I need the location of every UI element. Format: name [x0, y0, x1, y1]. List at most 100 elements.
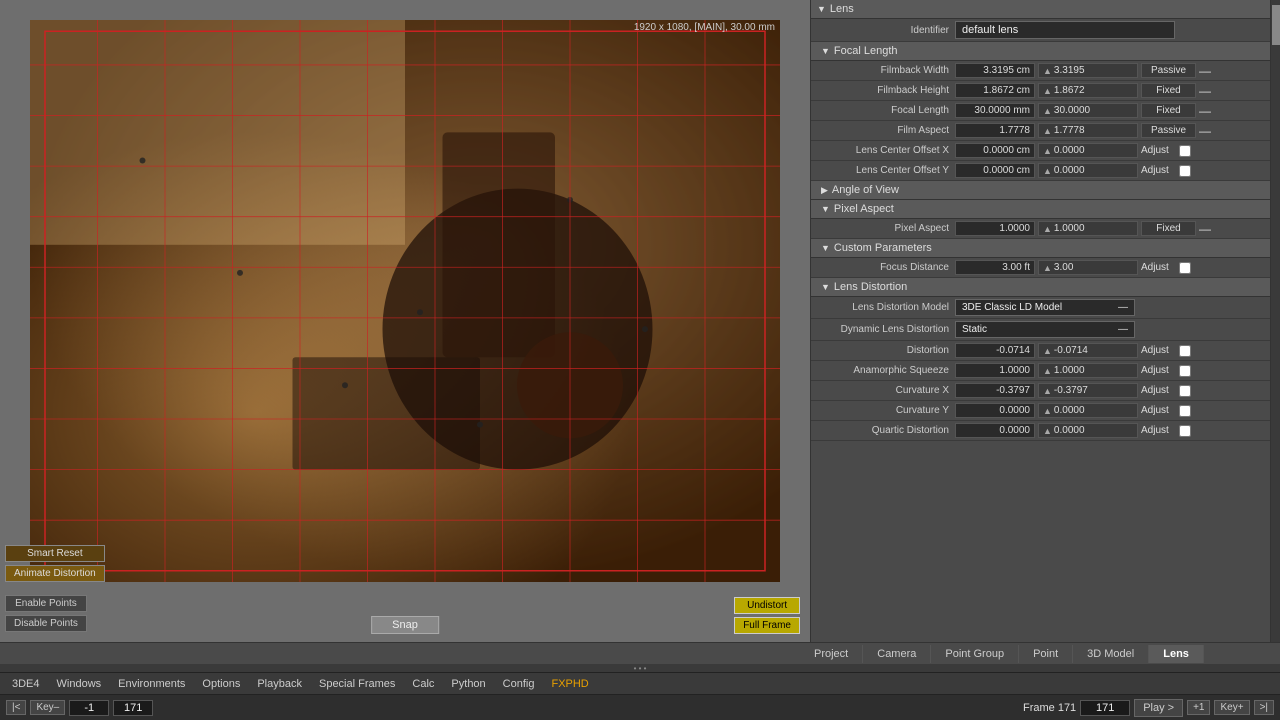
key-plus-button[interactable]: Key+ [1214, 700, 1249, 715]
tab-3d-model[interactable]: 3D Model [1073, 645, 1149, 663]
tab-point[interactable]: Point [1019, 645, 1073, 663]
dynamic-lens-minus[interactable]: — [1118, 324, 1128, 335]
menu-fxphd[interactable]: FXPHD [543, 676, 596, 692]
menu-playback[interactable]: Playback [249, 676, 310, 692]
filmback-width-minus[interactable]: — [1196, 64, 1214, 78]
focal-length-row: Focal Length 30.0000 mm ▲30.0000 Fixed — [811, 101, 1270, 121]
lens-distortion-model-dropdown[interactable]: 3DE Classic LD Model — [955, 299, 1135, 316]
menu-calc[interactable]: Calc [404, 676, 442, 692]
lens-distortion-model-minus[interactable]: — [1118, 302, 1128, 313]
menu-python[interactable]: Python [443, 676, 493, 692]
focal-length-value[interactable]: 30.0000 mm [955, 103, 1035, 118]
curvature-x-row: Curvature X -0.3797 ▲-0.3797 Adjust [811, 381, 1270, 401]
curvature-x-value[interactable]: -0.3797 [955, 383, 1035, 398]
menu-special-frames[interactable]: Special Frames [311, 676, 403, 692]
lens-center-x-checkbox[interactable] [1179, 145, 1191, 157]
key-minus-value[interactable] [69, 700, 109, 716]
lens-center-y-label: Lens Center Offset Y [815, 165, 955, 176]
curvature-x-slider[interactable]: ▲-0.3797 [1038, 383, 1138, 398]
menu-options[interactable]: Options [194, 676, 248, 692]
lens-center-y-value[interactable]: 0.0000 cm [955, 163, 1035, 178]
focus-distance-slider[interactable]: ▲3.00 [1038, 260, 1138, 275]
identifier-input[interactable] [955, 21, 1175, 39]
pixel-aspect-minus[interactable]: — [1196, 222, 1214, 236]
tab-project[interactable]: Project [800, 645, 863, 663]
full-frame-button[interactable]: Full Frame [734, 617, 800, 634]
play-button[interactable]: Play > [1134, 699, 1183, 717]
lens-distortion-collapse-icon[interactable]: ▼ [821, 282, 830, 292]
menu-windows[interactable]: Windows [49, 676, 110, 692]
scrollbar[interactable] [1270, 0, 1280, 642]
tab-lens[interactable]: Lens [1149, 645, 1204, 663]
tab-point-group[interactable]: Point Group [931, 645, 1019, 663]
filmback-width-slider[interactable]: ▲3.3195 [1038, 63, 1138, 78]
film-aspect-slider[interactable]: ▲1.7778 [1038, 123, 1138, 138]
pixel-aspect-value[interactable]: 1.0000 [955, 221, 1035, 236]
filmback-height-value[interactable]: 1.8672 cm [955, 83, 1035, 98]
distortion-slider[interactable]: ▲-0.0714 [1038, 343, 1138, 358]
enable-points-button[interactable]: Enable Points [5, 595, 87, 612]
curvature-x-checkbox[interactable] [1179, 385, 1191, 397]
disable-points-button[interactable]: Disable Points [5, 615, 87, 632]
frame-number-input[interactable] [113, 700, 153, 716]
animate-distortion-button[interactable]: Animate Distortion [5, 565, 105, 582]
menu-3de4[interactable]: 3DE4 [4, 676, 48, 692]
scrollbar-thumb[interactable] [1272, 5, 1280, 45]
anamorphic-slider[interactable]: ▲1.0000 [1038, 363, 1138, 378]
lens-center-y-checkbox[interactable] [1179, 165, 1191, 177]
filmback-height-label: Filmback Height [815, 85, 955, 96]
lens-center-x-slider[interactable]: ▲0.0000 [1038, 143, 1138, 158]
angle-of-view-expand-icon[interactable]: ▶ [821, 185, 828, 196]
menu-environments[interactable]: Environments [110, 676, 193, 692]
focus-distance-row: Focus Distance 3.00 ft ▲3.00 Adjust [811, 258, 1270, 278]
angle-of-view-title: Angle of View [832, 184, 899, 196]
focal-length-minus[interactable]: — [1196, 104, 1214, 118]
plus-one-button[interactable]: +1 [1187, 700, 1210, 715]
distortion-checkbox[interactable] [1179, 345, 1191, 357]
filmback-height-minus[interactable]: — [1196, 84, 1214, 98]
focal-length-collapse-icon[interactable]: ▼ [821, 46, 830, 56]
dynamic-lens-value: Static [962, 324, 987, 335]
anamorphic-checkbox[interactable] [1179, 365, 1191, 377]
snap-button[interactable]: Snap [371, 616, 439, 634]
quartic-value[interactable]: 0.0000 [955, 423, 1035, 438]
lens-center-x-row: Lens Center Offset X 0.0000 cm ▲0.0000 A… [811, 141, 1270, 161]
custom-params-collapse-icon[interactable]: ▼ [821, 243, 830, 253]
curvature-y-checkbox[interactable] [1179, 405, 1191, 417]
first-frame-button[interactable]: |< [6, 700, 26, 715]
pixel-aspect-slider[interactable]: ▲1.0000 [1038, 221, 1138, 236]
key-minus-button[interactable]: Key– [30, 700, 65, 715]
dynamic-lens-dropdown[interactable]: Static — [955, 321, 1135, 338]
quartic-checkbox[interactable] [1179, 425, 1191, 437]
film-aspect-value[interactable]: 1.7778 [955, 123, 1035, 138]
curvature-y-value[interactable]: 0.0000 [955, 403, 1035, 418]
anamorphic-value[interactable]: 1.0000 [955, 363, 1035, 378]
menu-config[interactable]: Config [495, 676, 543, 692]
lens-center-y-slider[interactable]: ▲0.0000 [1038, 163, 1138, 178]
frame-value-input[interactable] [1080, 700, 1130, 716]
last-frame-button[interactable]: >| [1254, 700, 1274, 715]
focus-distance-value[interactable]: 3.00 ft [955, 260, 1035, 275]
quartic-slider[interactable]: ▲0.0000 [1038, 423, 1138, 438]
focal-length-slider[interactable]: ▲30.0000 [1038, 103, 1138, 118]
undistort-button[interactable]: Undistort [734, 597, 800, 614]
focus-distance-checkbox[interactable] [1179, 262, 1191, 274]
menu-bar: 3DE4 Windows Environments Options Playba… [0, 672, 1280, 694]
focal-length-title: Focal Length [834, 45, 898, 57]
focal-length-header: ▼ Focal Length [811, 42, 1270, 61]
filmback-height-slider[interactable]: ▲1.8672 [1038, 83, 1138, 98]
curvature-y-slider[interactable]: ▲0.0000 [1038, 403, 1138, 418]
identifier-label: Identifier [815, 25, 955, 36]
tab-camera[interactable]: Camera [863, 645, 931, 663]
filmback-width-value[interactable]: 3.3195 cm [955, 63, 1035, 78]
quartic-label: Quartic Distortion [815, 425, 955, 436]
pixel-aspect-mode: Fixed [1141, 221, 1196, 236]
smart-reset-button[interactable]: Smart Reset [5, 545, 105, 562]
pixel-aspect-row: Pixel Aspect 1.0000 ▲1.0000 Fixed — [811, 219, 1270, 239]
lens-center-x-value[interactable]: 0.0000 cm [955, 143, 1035, 158]
focal-length-label: Focal Length [815, 105, 955, 116]
pixel-aspect-collapse-icon[interactable]: ▼ [821, 204, 830, 214]
lens-collapse-icon[interactable]: ▼ [817, 4, 826, 14]
film-aspect-minus[interactable]: — [1196, 124, 1214, 138]
distortion-value[interactable]: -0.0714 [955, 343, 1035, 358]
